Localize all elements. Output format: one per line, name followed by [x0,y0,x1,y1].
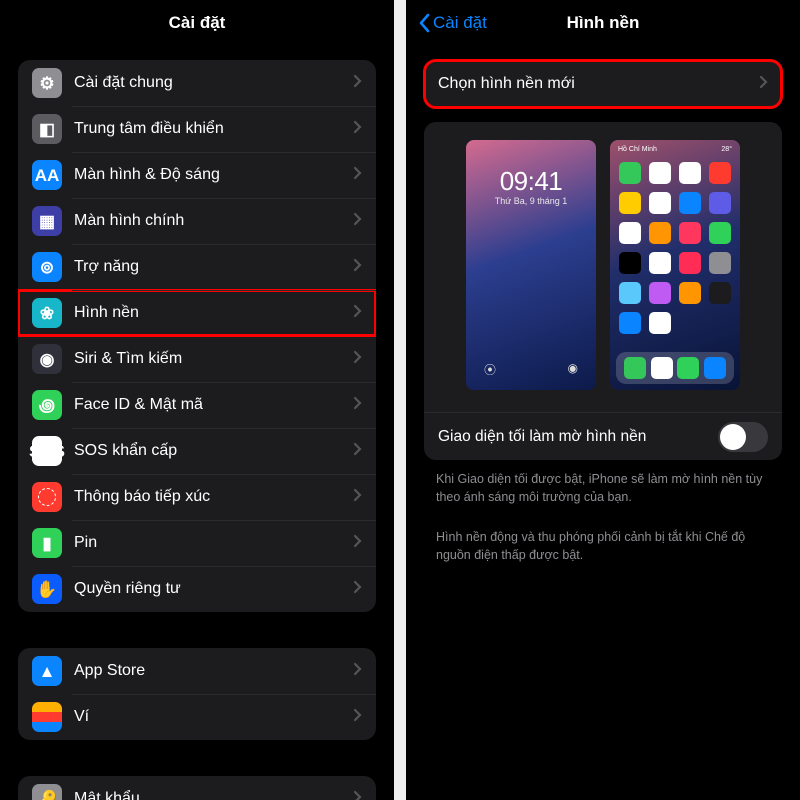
settings-title: Cài đặt [169,13,226,33]
settings-row-store[interactable]: ▲ App Store [18,648,376,694]
settings-label-priv: Quyền riêng tư [74,580,353,598]
chevron-right-icon [353,120,362,139]
chevron-right-icon [353,74,362,93]
settings-scroll[interactable]: ⚙ Cài đặt chung ◧ Trung tâm điều khiển AA Màn… [0,46,394,800]
lockscreen-time: 09:41 [466,166,596,197]
settings-row-wallet[interactable]: Ví [18,694,376,740]
home-dock [616,352,734,384]
settings-row-home[interactable]: ▦ Màn hình chính [18,198,376,244]
settings-row-face[interactable]: ꩜ Face ID & Mật mã [18,382,376,428]
choose-wallpaper-row[interactable]: Chọn hình nền mới [424,60,782,108]
settings-label-wallet: Ví [74,708,353,726]
access-icon: ⊚ [32,252,62,282]
settings-label-sos: SOS khẩn cấp [74,442,353,460]
settings-row-siri[interactable]: ◉ Siri & Tìm kiếm [18,336,376,382]
settings-row-batt[interactable]: ▮ Pin [18,520,376,566]
choose-wallpaper-section: Chọn hình nền mới [424,60,782,108]
control-icon: ◧ [32,114,62,144]
siri-icon: ◉ [32,344,62,374]
dark-dim-toggle[interactable] [718,422,768,452]
settings-label-store: App Store [74,662,353,680]
chevron-right-icon [353,442,362,461]
wallpaper-preview-section: 09:41 Thứ Ba, 9 tháng 1 ⦿ ◉ Hồ Chí Minh … [424,122,782,460]
settings-label-display: Màn hình & Độ sáng [74,166,353,184]
chevron-right-icon [353,580,362,599]
settings-label-pass: Mật khẩu [74,790,353,800]
settings-label-siri: Siri & Tìm kiếm [74,350,353,368]
lockscreen-date: Thứ Ba, 9 tháng 1 [466,196,596,206]
chevron-right-icon [353,790,362,800]
display-icon: AA [32,160,62,190]
priv-icon: ✋ [32,574,62,604]
footnote-2: Hình nền động và thu phóng phối cảnh bị … [406,518,800,564]
footnote-1: Khi Giao diện tối được bật, iPhone sẽ là… [406,460,800,506]
general-icon: ⚙ [32,68,62,98]
chevron-right-icon [353,212,362,231]
settings-screen: Cài đặt ⚙ Cài đặt chung ◧ Trung tâm điều kh… [0,0,394,800]
chevron-right-icon [759,75,768,94]
homescreen-preview[interactable]: Hồ Chí Minh 28° [610,140,740,390]
settings-label-access: Trợ năng [74,258,353,276]
chevron-right-icon [353,534,362,553]
back-button[interactable]: Cài đặt [418,13,487,33]
dark-dim-label: Giao diện tối làm mờ hình nền [438,428,646,446]
settings-row-sos[interactable]: SOS SOS khẩn cấp [18,428,376,474]
settings-row-wall[interactable]: ❀ Hình nền [18,290,376,336]
chevron-right-icon [353,396,362,415]
chevron-left-icon [418,13,431,33]
settings-label-batt: Pin [74,534,353,552]
wallpaper-title: Hình nền [567,13,640,33]
batt-icon: ▮ [32,528,62,558]
settings-label-general: Cài đặt chung [74,74,353,92]
store-icon: ▲ [32,656,62,686]
face-icon: ꩜ [32,390,62,420]
settings-row-display[interactable]: AA Màn hình & Độ sáng [18,152,376,198]
settings-label-face: Face ID & Mật mã [74,396,353,414]
settings-row-expose[interactable]: Thông báo tiếp xúc [18,474,376,520]
settings-row-control[interactable]: ◧ Trung tâm điều khiển [18,106,376,152]
choose-wallpaper-label: Chọn hình nền mới [438,75,575,93]
wallpaper-screen: Cài đặt Hình nền Chọn hình nền mới 09:41… [406,0,800,800]
chevron-right-icon [353,350,362,369]
wallet-icon [32,702,62,732]
settings-label-expose: Thông báo tiếp xúc [74,488,353,506]
settings-label-home: Màn hình chính [74,212,353,230]
lockscreen-actions: ⦿ ◉ [466,361,596,378]
chevron-right-icon [353,258,362,277]
back-label: Cài đặt [433,13,487,33]
lockscreen-preview[interactable]: 09:41 Thứ Ba, 9 tháng 1 ⦿ ◉ [466,140,596,390]
chevron-right-icon [353,488,362,507]
settings-row-priv[interactable]: ✋ Quyền riêng tư [18,566,376,612]
chevron-right-icon [353,304,362,323]
settings-row-pass[interactable]: 🔑 Mật khẩu [18,776,376,800]
sos-icon: SOS [32,436,62,466]
expose-icon [32,482,62,512]
home-app-grid [618,162,732,334]
camera-icon: ◉ [568,361,578,378]
settings-header: Cài đặt [0,0,394,46]
chevron-right-icon [353,708,362,727]
flashlight-icon: ⦿ [484,361,496,378]
home-icon: ▦ [32,206,62,236]
pass-icon: 🔑 [32,784,62,800]
settings-label-control: Trung tâm điều khiển [74,120,353,138]
wall-icon: ❀ [32,298,62,328]
settings-row-general[interactable]: ⚙ Cài đặt chung [18,60,376,106]
dark-dim-row: Giao diện tối làm mờ hình nền [424,412,782,460]
wallpaper-header: Cài đặt Hình nền [406,0,800,46]
chevron-right-icon [353,662,362,681]
settings-row-access[interactable]: ⊚ Trợ năng [18,244,376,290]
home-status: Hồ Chí Minh 28° [618,146,732,153]
chevron-right-icon [353,166,362,185]
settings-label-wall: Hình nền [74,304,353,322]
